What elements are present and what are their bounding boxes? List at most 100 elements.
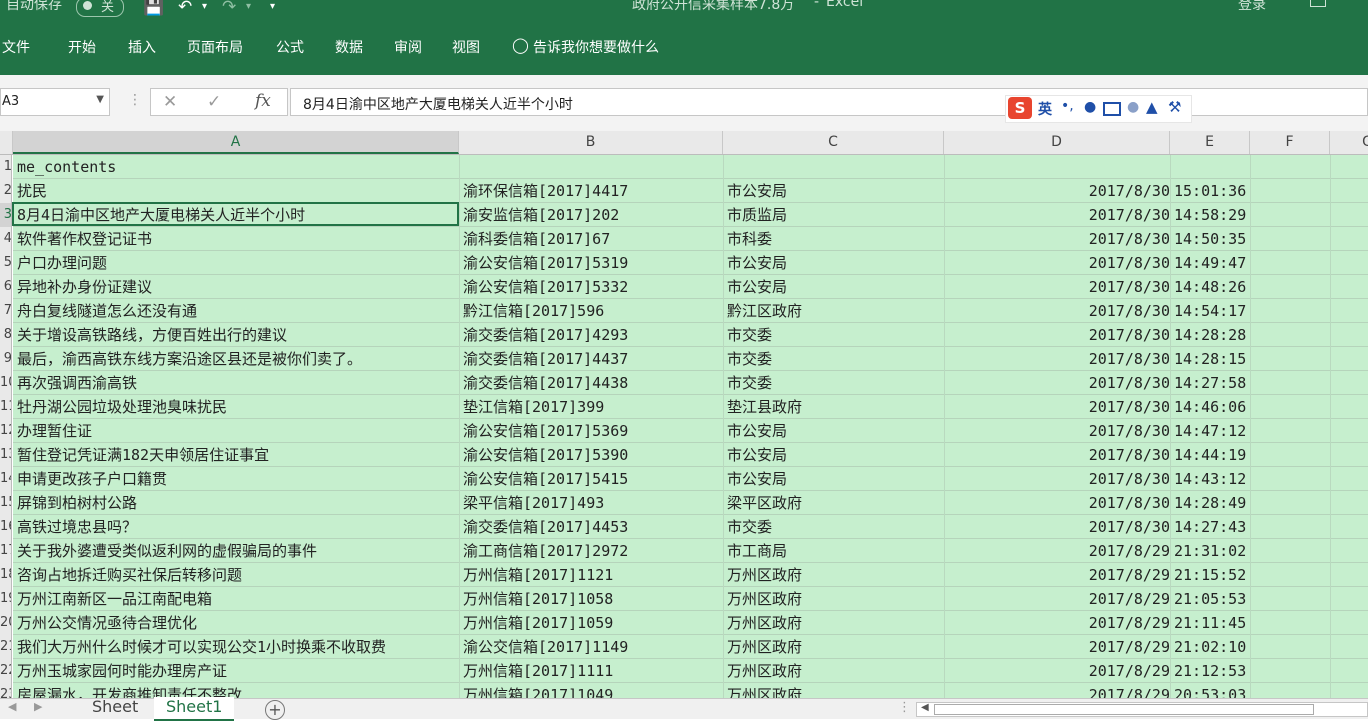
- cell-department[interactable]: 市公安局: [727, 419, 942, 443]
- add-sheet-icon[interactable]: +: [265, 700, 285, 720]
- cell-department[interactable]: 万州区政府: [727, 683, 942, 698]
- name-box[interactable]: A3 ▼: [0, 88, 110, 116]
- row-header[interactable]: 10: [0, 371, 11, 395]
- cell-date[interactable]: 2017/8/30: [948, 275, 1170, 299]
- tab-view[interactable]: 视图: [452, 37, 480, 57]
- cell-date[interactable]: 2017/8/29: [948, 587, 1170, 611]
- cell-date[interactable]: 2017/8/30: [948, 251, 1170, 275]
- cell-department[interactable]: 万州区政府: [727, 587, 942, 611]
- cell-department[interactable]: 梁平区政府: [727, 491, 942, 515]
- cell-time[interactable]: 14:54:17: [1174, 299, 1254, 323]
- cell-date[interactable]: 2017/8/30: [948, 347, 1170, 371]
- formula-input[interactable]: 8月4日渝中区地产大厦电梯关人近半个小时: [290, 88, 1368, 116]
- cell-date[interactable]: 2017/8/29: [948, 539, 1170, 563]
- column-header-c[interactable]: C: [723, 131, 944, 154]
- customize-qat-icon[interactable]: ▾: [270, 1, 275, 12]
- cell-letter-id[interactable]: 渝交委信箱[2017]4453: [463, 515, 718, 539]
- cell-title[interactable]: 万州公交情况亟待合理优化: [17, 611, 457, 635]
- sogou-logo-icon[interactable]: S: [1008, 97, 1032, 119]
- ribbon-display-icon[interactable]: [1310, 0, 1326, 7]
- row-header[interactable]: 15: [0, 491, 11, 515]
- cell-letter-id[interactable]: 渝工商信箱[2017]2972: [463, 539, 718, 563]
- tab-home[interactable]: 开始: [68, 37, 96, 57]
- row-header[interactable]: 6: [0, 275, 11, 299]
- cell-department[interactable]: 万州区政府: [727, 611, 942, 635]
- horizontal-scrollbar[interactable]: ◀: [916, 702, 1368, 717]
- cell-time[interactable]: 14:46:06: [1174, 395, 1254, 419]
- autosave-toggle[interactable]: 关: [76, 0, 124, 17]
- cell-department[interactable]: 黔江区政府: [727, 299, 942, 323]
- cell-title[interactable]: 暂住登记凭证满182天申领居住证事宜: [17, 443, 457, 467]
- cell-department[interactable]: 市公安局: [727, 467, 942, 491]
- scroll-thumb[interactable]: [934, 704, 1314, 715]
- tab-page-layout[interactable]: 页面布局: [187, 37, 243, 57]
- cell-department[interactable]: 市质监局: [727, 203, 942, 227]
- cell-title[interactable]: 再次强调西渝高铁: [17, 371, 457, 395]
- cell-title[interactable]: 万州江南新区一品江南配电箱: [17, 587, 457, 611]
- chevron-down-icon[interactable]: ▼: [96, 94, 104, 105]
- cell-date[interactable]: [948, 155, 1170, 179]
- cell-time[interactable]: 14:43:12: [1174, 467, 1254, 491]
- insert-function-button[interactable]: fx: [255, 91, 271, 111]
- row-header[interactable]: 14: [0, 467, 11, 491]
- cell-letter-id[interactable]: 渝公安信箱[2017]5415: [463, 467, 718, 491]
- cell-department[interactable]: 市交委: [727, 347, 942, 371]
- column-header-e[interactable]: E: [1170, 131, 1250, 154]
- cell-letter-id[interactable]: 黔江信箱[2017]596: [463, 299, 718, 323]
- ime-lang-toggle[interactable]: 英: [1038, 99, 1052, 119]
- cell-title[interactable]: 屏锦到柏树村公路: [17, 491, 457, 515]
- cell-title[interactable]: 房屋漏水，开发商推卸责任不整改: [17, 683, 457, 698]
- select-all-corner[interactable]: [0, 131, 13, 154]
- cell-department[interactable]: 垫江县政府: [727, 395, 942, 419]
- cell-date[interactable]: 2017/8/29: [948, 635, 1170, 659]
- cell-date[interactable]: 2017/8/30: [948, 395, 1170, 419]
- cell-time[interactable]: 14:28:15: [1174, 347, 1254, 371]
- row-header[interactable]: 22: [0, 659, 11, 683]
- cell-title[interactable]: 咨询占地拆迁购买社保后转移问题: [17, 563, 457, 587]
- cell-date[interactable]: 2017/8/30: [948, 443, 1170, 467]
- cell-department[interactable]: 市公安局: [727, 179, 942, 203]
- cell-letter-id[interactable]: 渝交委信箱[2017]4437: [463, 347, 718, 371]
- cell-letter-id[interactable]: 渝环保信箱[2017]4417: [463, 179, 718, 203]
- redo-dropdown-icon[interactable]: ▾: [246, 1, 251, 12]
- cell-department[interactable]: 市交委: [727, 323, 942, 347]
- cell-time[interactable]: 21:12:53: [1174, 659, 1254, 683]
- cell-time[interactable]: 14:28:49: [1174, 491, 1254, 515]
- row-header[interactable]: 23: [0, 683, 11, 698]
- cell-time[interactable]: 14:27:58: [1174, 371, 1254, 395]
- cell-date[interactable]: 2017/8/30: [948, 371, 1170, 395]
- cell-title[interactable]: 舟白复线隧道怎么还没有通: [17, 299, 457, 323]
- cell-time[interactable]: 14:27:43: [1174, 515, 1254, 539]
- cell-letter-id[interactable]: 渝交委信箱[2017]4438: [463, 371, 718, 395]
- tell-me-search[interactable]: 告诉我你想要做什么: [533, 37, 659, 57]
- cell-letter-id[interactable]: 渝公安信箱[2017]5369: [463, 419, 718, 443]
- cell-date[interactable]: 2017/8/30: [948, 299, 1170, 323]
- row-header[interactable]: 16: [0, 515, 11, 539]
- cell-department[interactable]: 市公安局: [727, 251, 942, 275]
- cell-letter-id[interactable]: 万州信箱[2017]1111: [463, 659, 718, 683]
- cell-date[interactable]: 2017/8/29: [948, 683, 1170, 698]
- row-header[interactable]: 18: [0, 563, 11, 587]
- cell-department[interactable]: 市工商局: [727, 539, 942, 563]
- row-header[interactable]: 13: [0, 443, 11, 467]
- sheet-tab-sheet1[interactable]: Sheet1: [154, 697, 235, 721]
- row-header[interactable]: 8: [0, 323, 11, 347]
- tab-data[interactable]: 数据: [335, 37, 363, 57]
- cell-department[interactable]: 市公安局: [727, 275, 942, 299]
- cell-letter-id[interactable]: [463, 155, 718, 179]
- row-header[interactable]: 4: [0, 227, 11, 251]
- cell-title[interactable]: 高铁过境忠县吗？: [17, 515, 457, 539]
- resize-handle-icon[interactable]: ⋮: [898, 700, 911, 715]
- cell-time[interactable]: 21:11:45: [1174, 611, 1254, 635]
- cell-department[interactable]: 市交委: [727, 515, 942, 539]
- cell-time[interactable]: 14:50:35: [1174, 227, 1254, 251]
- wrench-icon[interactable]: ⚒: [1168, 98, 1181, 116]
- tab-insert[interactable]: 插入: [128, 37, 156, 57]
- cell-date[interactable]: 2017/8/29: [948, 611, 1170, 635]
- row-header[interactable]: 2: [0, 179, 11, 203]
- cell-time[interactable]: 14:28:28: [1174, 323, 1254, 347]
- row-header[interactable]: 9: [0, 347, 11, 371]
- cell-time[interactable]: 21:02:10: [1174, 635, 1254, 659]
- cell-title[interactable]: me_contents: [17, 155, 457, 179]
- cell-date[interactable]: 2017/8/30: [948, 419, 1170, 443]
